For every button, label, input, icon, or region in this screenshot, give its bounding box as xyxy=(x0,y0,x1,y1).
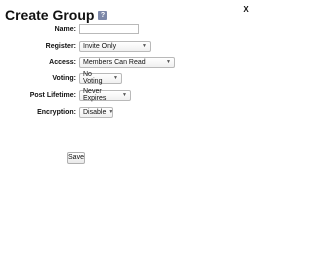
help-icon[interactable]: ? xyxy=(98,10,108,20)
voting-select-value: No Voting xyxy=(83,71,103,85)
dialog-header: Create Group ? xyxy=(5,7,108,23)
post-lifetime-select[interactable]: Never Expires ▼ xyxy=(79,88,131,102)
post-lifetime-select-value: Never Expires xyxy=(83,88,107,102)
save-button[interactable]: Save xyxy=(67,152,85,164)
register-select[interactable]: Invite Only ▼ xyxy=(79,40,151,52)
encryption-row: Encryption: Disable ▼ xyxy=(0,105,113,119)
encryption-select-value: Disable xyxy=(83,108,107,116)
register-label: Register: xyxy=(45,42,76,50)
dialog-title: Create Group xyxy=(5,7,95,23)
name-input[interactable] xyxy=(79,24,139,34)
close-button[interactable]: X xyxy=(242,5,250,15)
chevron-down-icon: ▼ xyxy=(122,92,127,98)
voting-row: Voting: No Voting ▼ xyxy=(0,71,122,85)
voting-select[interactable]: No Voting ▼ xyxy=(79,71,122,85)
chevron-down-icon: ▼ xyxy=(113,75,118,81)
register-row: Register: Invite Only ▼ xyxy=(0,39,151,53)
encryption-select[interactable]: Disable ▼ xyxy=(79,106,114,118)
access-select-value: Members Can Read xyxy=(83,58,146,66)
access-select[interactable]: Members Can Read ▼ xyxy=(79,56,175,68)
register-select-value: Invite Only xyxy=(83,42,117,50)
chevron-down-icon: ▼ xyxy=(142,43,147,49)
post-lifetime-label: Post Lifetime: xyxy=(29,91,76,99)
post-lifetime-row: Post Lifetime: Never Expires ▼ xyxy=(0,88,131,102)
name-label: Name: xyxy=(54,25,76,33)
name-row: Name: xyxy=(0,22,139,36)
chevron-down-icon: ▼ xyxy=(166,59,171,65)
voting-label: Voting: xyxy=(52,74,76,82)
access-label: Access: xyxy=(49,58,76,66)
access-row: Access: Members Can Read ▼ xyxy=(0,55,175,69)
encryption-label: Encryption: xyxy=(37,108,76,116)
chevron-down-icon: ▼ xyxy=(108,109,114,115)
create-group-dialog: Create Group ? X Name: Register: Invite … xyxy=(0,0,256,256)
